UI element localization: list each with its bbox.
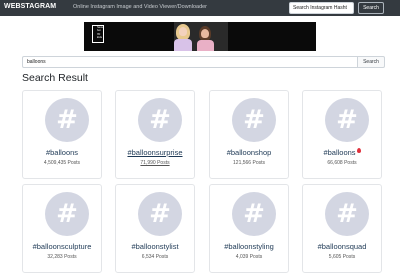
hashtag-name[interactable]: #balloons [23,148,101,157]
hashtag-icon: # [336,199,358,229]
nav-search-button[interactable]: Search [358,2,384,14]
post-count: 66,608 Posts [327,160,357,166]
post-count: 5,605 Posts [328,254,356,260]
result-card[interactable]: # #balloonsquad 5,605 Posts [302,184,382,273]
ad-kid-face [179,27,187,36]
post-count: 71,990 Posts [140,160,170,166]
post-count: 121,566 Posts [233,160,265,166]
hashtag-avatar[interactable]: # [138,192,182,236]
hashtag-name-row[interactable]: #balloons [303,148,381,157]
hashtag-avatar[interactable]: # [325,98,369,142]
ad-logo-text: have fun I'D kids [97,25,104,40]
hashtag-icon: # [56,199,78,229]
advertisement-banner[interactable]: have fun I'D kids [84,22,316,51]
hashtag-avatar[interactable]: # [232,98,276,142]
ad-kid-face [201,29,209,38]
hashtag-name[interactable]: #balloonsquad [303,242,381,251]
site-tagline: Online Instagram Image and Video Viewer/… [73,4,208,10]
hashtag-icon: # [56,105,78,135]
result-card[interactable]: # #balloonstyling 4,039 Posts [209,184,289,273]
hashtag-icon: # [243,105,265,135]
result-card[interactable]: # #balloonsurprise 71,990 Posts [115,90,195,179]
hashtag-name[interactable]: #balloonshop [210,148,288,157]
ad-kid-body [174,39,192,51]
ad-photo-kids [174,22,228,51]
hashtag-icon: # [243,199,265,229]
result-card[interactable]: # #balloonsculpture 32,283 Posts [22,184,102,273]
post-count: 32,283 Posts [47,254,77,260]
hashtag-avatar[interactable]: # [325,192,369,236]
hashtag-icon: # [336,105,358,135]
result-card[interactable]: # #balloonstylist 6,534 Posts [115,184,195,273]
hashtag-name[interactable]: #balloons [323,148,355,157]
nav-search-input[interactable] [289,2,354,14]
hashtag-name[interactable]: #balloonstyling [210,242,288,251]
search-input[interactable] [22,56,358,68]
post-count: 4,039 Posts [235,254,263,260]
post-count: 4,509,435 Posts [43,160,81,166]
result-card[interactable]: # #balloons 4,509,435 Posts [22,90,102,179]
ad-kid-body [197,40,214,51]
result-card[interactable]: # #balloons 66,608 Posts [302,90,382,179]
hashtag-name[interactable]: #balloonsurprise [116,148,194,157]
hashtag-icon: # [149,105,171,135]
post-count: 6,534 Posts [141,254,169,260]
balloon-emoji-icon [356,148,361,153]
search-button[interactable]: Search [358,56,385,68]
hashtag-avatar[interactable]: # [45,192,89,236]
hashtag-avatar[interactable]: # [45,98,89,142]
page-title: Search Result [22,72,88,84]
hashtag-name[interactable]: #balloonsculpture [23,242,101,251]
top-navbar: WEBSTAGRAM Online Instagram Image and Vi… [0,0,400,16]
hashtag-avatar[interactable]: # [232,192,276,236]
result-card[interactable]: # #balloonshop 121,566 Posts [209,90,289,179]
brand-logo[interactable]: WEBSTAGRAM [4,3,56,10]
hashtag-icon: # [149,199,171,229]
hashtag-avatar[interactable]: # [138,98,182,142]
hashtag-name[interactable]: #balloonstylist [116,242,194,251]
